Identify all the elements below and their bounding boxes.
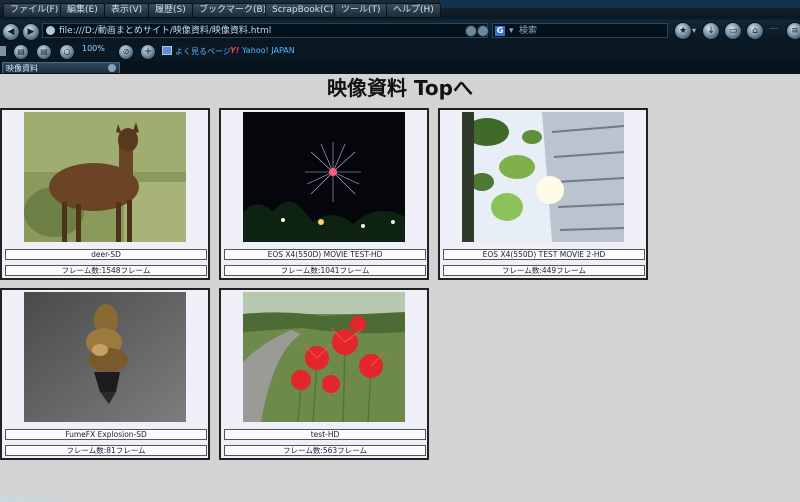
video-title: test-HD bbox=[224, 429, 426, 440]
video-title: EOS X4(550D) TEST MOVIE 2-HD bbox=[443, 249, 645, 260]
menu-button[interactable]: ≡ bbox=[786, 22, 800, 40]
rss-icon[interactable] bbox=[465, 25, 477, 37]
history-icon: ▤ bbox=[40, 47, 48, 56]
frame-count: フレーム数:449フレーム bbox=[443, 265, 645, 276]
video-card: deer-SD フレーム数:1548フレーム bbox=[0, 108, 210, 280]
menu-view[interactable]: 表示(V) bbox=[104, 3, 150, 18]
window-button[interactable]: ▭ bbox=[724, 22, 742, 40]
tab-close-icon[interactable] bbox=[108, 64, 116, 72]
folder-icon bbox=[162, 46, 172, 55]
menu-file[interactable]: ファイル(F) bbox=[3, 3, 66, 18]
fireworks-thumbnail-image bbox=[243, 112, 405, 242]
page-favicon-icon bbox=[46, 26, 55, 35]
video-thumbnail[interactable] bbox=[243, 292, 405, 422]
zoom-button[interactable]: ⊘ bbox=[118, 44, 134, 60]
menu-scrapbook[interactable]: ScrapBook(C) bbox=[265, 3, 341, 18]
find-icon: ○ bbox=[63, 47, 71, 56]
download-arrow-icon: ↓ bbox=[707, 26, 715, 36]
video-title: deer-SD bbox=[5, 249, 207, 260]
page-title[interactable]: 映像資料 Topへ bbox=[0, 76, 800, 100]
video-card: test-HD フレーム数:563フレーム bbox=[219, 288, 429, 460]
deer-thumbnail-image bbox=[24, 112, 186, 242]
status-bar-glow bbox=[0, 494, 80, 502]
bookmark-dropdown-icon[interactable]: ▾ bbox=[692, 26, 696, 35]
download-button[interactable]: ↓ bbox=[702, 22, 720, 40]
google-search-icon[interactable]: G bbox=[495, 26, 505, 36]
explosion-thumbnail-image bbox=[24, 292, 186, 422]
menu-bookmarks[interactable]: ブックマーク(B) bbox=[192, 3, 274, 18]
yahoo-favicon-icon: Y! bbox=[230, 46, 240, 55]
video-title: EOS X4(550D) MOVIE TEST-HD bbox=[224, 249, 426, 260]
menu-bar: ファイル(F) 編集(E) 表示(V) 履歴(S) ブックマーク(B) Scra… bbox=[0, 0, 800, 18]
video-card: FumeFX Explosion-SD フレーム数:81フレーム bbox=[0, 288, 210, 460]
video-thumbnail[interactable] bbox=[462, 112, 624, 242]
bookmark-star-button[interactable]: ★ bbox=[674, 22, 692, 40]
menu-history[interactable]: 履歴(S) bbox=[148, 3, 193, 18]
leaves-building-thumbnail-image bbox=[462, 112, 624, 242]
red-flowers-thumbnail-image bbox=[243, 292, 405, 422]
menu-tools[interactable]: ツール(T) bbox=[334, 3, 388, 18]
frame-count: フレーム数:1548フレーム bbox=[5, 265, 207, 276]
search-placeholder: 検索 bbox=[519, 26, 538, 36]
frame-count: フレーム数:1041フレーム bbox=[224, 265, 426, 276]
reload-icon[interactable] bbox=[477, 25, 489, 37]
toolbar-separator: — bbox=[769, 23, 779, 34]
history-button[interactable]: ▤ bbox=[36, 44, 52, 60]
forward-button[interactable]: ▶ bbox=[22, 23, 40, 41]
address-bar[interactable]: file:///D:/動画まとめサイト/映像資料/映像資料.html bbox=[42, 23, 488, 38]
forward-arrow-icon: ▶ bbox=[27, 27, 35, 37]
menu-edit[interactable]: 編集(E) bbox=[60, 3, 105, 18]
tab-title: 映像資料 bbox=[6, 64, 38, 73]
back-arrow-icon: ◀ bbox=[7, 27, 15, 37]
video-thumbnail[interactable] bbox=[24, 112, 186, 242]
sidebar-toggle-icon[interactable] bbox=[0, 46, 6, 56]
new-tab-button[interactable]: + bbox=[140, 44, 156, 60]
video-title: FumeFX Explosion-SD bbox=[5, 429, 207, 440]
search-dropdown-icon[interactable]: ▾ bbox=[509, 24, 514, 39]
bookmark-frequent[interactable]: よく見るページ bbox=[175, 46, 231, 57]
print-button[interactable]: ▤ bbox=[13, 44, 29, 60]
zoom-icon: ⊘ bbox=[122, 47, 130, 56]
tab-current[interactable]: 映像資料 bbox=[2, 62, 120, 73]
window-icon: ▭ bbox=[728, 26, 738, 36]
menu-help[interactable]: ヘルプ(H) bbox=[386, 3, 441, 18]
address-url: file:///D:/動画まとめサイト/映像資料/映像資料.html bbox=[59, 26, 272, 36]
home-button[interactable]: ⌂ bbox=[746, 22, 764, 40]
bookmark-yahoo-japan[interactable]: Yahoo! JAPAN bbox=[242, 46, 295, 55]
menu-bar-right-strip bbox=[440, 0, 800, 8]
frame-count: フレーム数:563フレーム bbox=[224, 445, 426, 456]
frame-count: フレーム数:81フレーム bbox=[5, 445, 207, 456]
video-card: EOS X4(550D) MOVIE TEST-HD フレーム数:1041フレー… bbox=[219, 108, 429, 280]
hamburger-icon: ≡ bbox=[791, 26, 799, 36]
video-thumbnail[interactable] bbox=[243, 112, 405, 242]
plus-icon: + bbox=[143, 46, 153, 57]
home-icon: ⌂ bbox=[752, 26, 758, 36]
zoom-level[interactable]: 100% bbox=[82, 44, 105, 53]
tab-bar bbox=[0, 61, 800, 74]
video-card: EOS X4(550D) TEST MOVIE 2-HD フレーム数:449フレ… bbox=[438, 108, 648, 280]
print-icon: ▤ bbox=[17, 47, 25, 56]
star-icon: ★ bbox=[678, 26, 688, 36]
find-button[interactable]: ○ bbox=[59, 44, 75, 60]
back-button[interactable]: ◀ bbox=[2, 23, 20, 41]
video-thumbnail[interactable] bbox=[24, 292, 186, 422]
search-box[interactable]: G ▾ 検索 bbox=[492, 23, 668, 38]
